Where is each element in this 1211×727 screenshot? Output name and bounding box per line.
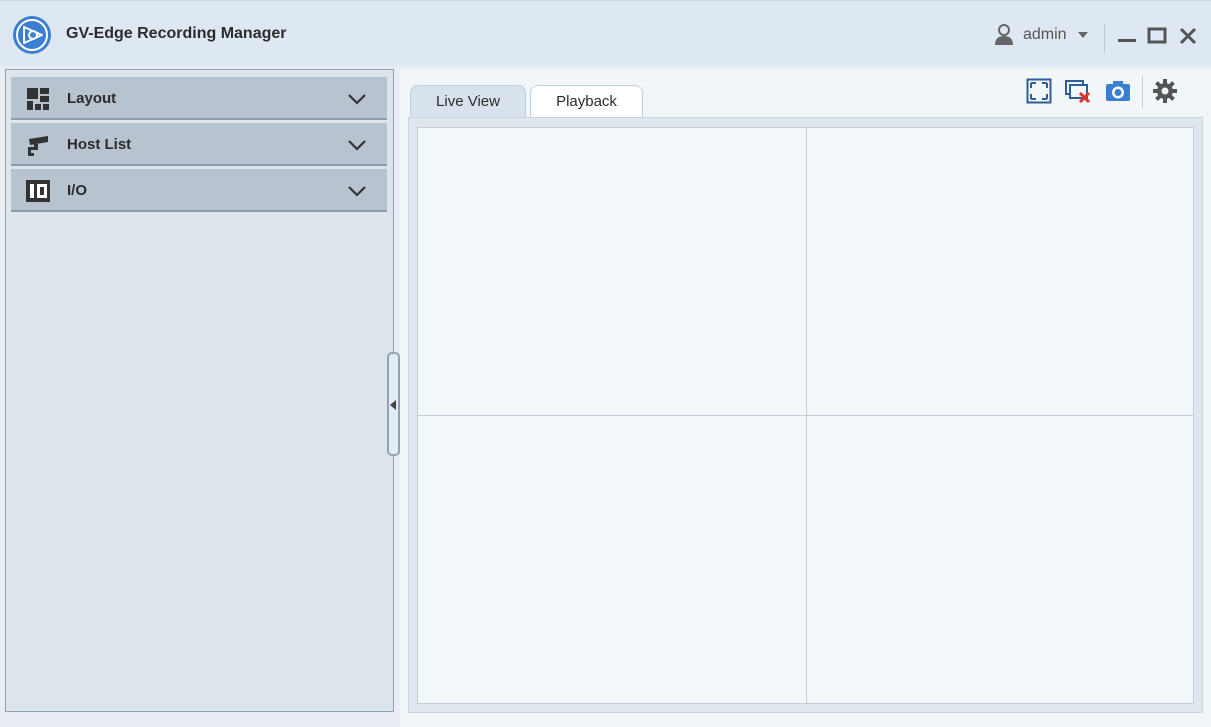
tab-live-view[interactable]: Live View (410, 85, 526, 117)
maximize-icon[interactable] (1146, 25, 1168, 47)
grid-divider (418, 415, 1193, 416)
snapshot-icon[interactable] (1105, 78, 1131, 104)
video-cell[interactable] (418, 416, 806, 703)
app-title: GV-Edge Recording Manager (66, 25, 287, 42)
video-cell[interactable] (418, 128, 806, 415)
camera-icon (28, 136, 48, 156)
sidebar-item-layout[interactable]: Layout (11, 77, 387, 120)
user-name[interactable]: admin (1023, 26, 1067, 44)
fullscreen-icon[interactable] (1026, 78, 1052, 104)
sidebar-item-label: Host List (67, 136, 132, 153)
sidebar-panel: Layout Host List I/O (5, 69, 394, 712)
collapse-arrow-icon (390, 400, 396, 410)
minimize-icon[interactable] (1116, 25, 1138, 47)
tab-playback[interactable]: Playback (530, 85, 643, 117)
user-menu-caret-icon[interactable] (1077, 31, 1089, 39)
chevron-down-icon (348, 186, 366, 197)
layout-grid-icon (27, 88, 49, 110)
toolbar-separator (1142, 76, 1143, 108)
chevron-down-icon (348, 140, 366, 151)
video-grid (417, 127, 1194, 704)
video-cell[interactable] (807, 128, 1193, 415)
title-bar: GV-Edge Recording Manager admin (0, 0, 1211, 66)
io-icon (26, 180, 50, 202)
user-icon[interactable] (993, 23, 1015, 47)
title-separator (1104, 23, 1105, 53)
sidebar-item-label: Layout (67, 90, 117, 107)
video-cell[interactable] (807, 416, 1193, 703)
sidebar-item-host-list[interactable]: Host List (11, 123, 387, 166)
settings-icon[interactable] (1152, 78, 1178, 104)
close-all-views-icon[interactable] (1065, 78, 1091, 104)
sidebar-item-label: I/O (67, 182, 88, 199)
app-logo-icon (13, 16, 51, 54)
collapse-sidebar-handle[interactable] (387, 352, 400, 456)
chevron-down-icon (348, 94, 366, 105)
sidebar-item-io[interactable]: I/O (11, 169, 387, 212)
close-icon[interactable] (1177, 25, 1199, 47)
